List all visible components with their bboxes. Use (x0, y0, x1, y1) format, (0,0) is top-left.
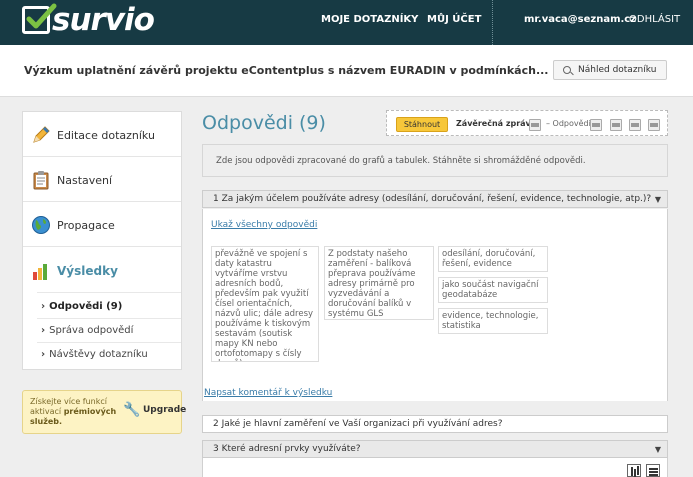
top-navigation-bar: survio MOJE DOTAZNÍKY MŮJ ÚČET mr.vaca@s… (0, 0, 693, 45)
question-3-body (202, 458, 668, 477)
final-report-label: Závěrečná zpráva (456, 119, 537, 128)
answers-dash-label: – Odpovědi (546, 119, 591, 128)
question-1-body: Ukaž všechny odpovědi převážně ve spojen… (202, 209, 668, 401)
subnav-manage-answers[interactable]: › Správa odpovědí (41, 325, 133, 336)
show-all-answers-link[interactable]: Ukaž všechny odpovědi (211, 220, 317, 230)
chevron-right-icon: › (41, 325, 46, 336)
subnav-answers[interactable]: › Odpovědi (9) (41, 301, 122, 312)
wrench-icon: 🔧 (123, 402, 141, 418)
divider (37, 318, 181, 319)
sidebar-item-settings[interactable]: Nastavení (23, 157, 181, 202)
upgrade-label: Upgrade (143, 405, 187, 415)
question-title: 3 Které adresní prvky využíváte? (213, 444, 361, 454)
download-button[interactable]: Stáhnout (396, 117, 448, 132)
answer-card: odesílání, doručování, řešení, evidence (438, 246, 548, 272)
answer-card: jako součást navigační geodatabáze (438, 277, 548, 303)
sidebar-item-label: Výsledky (57, 264, 118, 278)
divider (37, 342, 181, 343)
subnav-label: Správa odpovědí (49, 325, 134, 336)
chart-view-icon[interactable] (627, 464, 641, 477)
info-box: Zde jsou odpovědi zpracované do grafů a … (202, 144, 668, 177)
survio-logo[interactable]: survio (22, 2, 155, 40)
chevron-right-icon: › (41, 349, 46, 360)
subnav-label: Odpovědi (9) (49, 301, 123, 312)
promo-line: aktivací (30, 407, 64, 416)
promo-text: Získejte více funkcí aktivací prémiových… (30, 397, 126, 427)
sidebar-item-results[interactable]: Výsledky (23, 247, 181, 292)
answer-card: Z podstaty našeho zaměření - balíková př… (324, 246, 434, 320)
csv-icon[interactable] (629, 119, 641, 131)
promo-line: Získejte více funkcí (30, 397, 107, 406)
globe-icon (32, 216, 50, 234)
question-1-header[interactable]: 1 Za jakým účelem používáte adresy (odes… (202, 190, 668, 208)
nav-my-surveys[interactable]: MOJE DOTAZNÍKY (321, 14, 418, 25)
subnav-label: Návštěvy dotazníku (49, 349, 148, 360)
sidebar-item-edit[interactable]: Editace dotazníku (23, 112, 181, 157)
sidebar-item-promotion[interactable]: Propagace (23, 202, 181, 247)
xls-icon[interactable] (610, 119, 622, 131)
pdf-icon[interactable] (590, 119, 602, 131)
preview-button-label: Náhled dotazníku (578, 65, 657, 75)
nav-divider (492, 0, 493, 45)
logout-link[interactable]: ODHLÁSIT (629, 14, 680, 25)
sidebar: Editace dotazníku Nastavení Propagace Vý… (22, 111, 182, 370)
logo-checkmark-icon (22, 3, 57, 34)
caret-down-icon: ▼ (654, 195, 661, 204)
answer-card: evidence, technologie, statistika (438, 308, 548, 334)
report-download-bar: Stáhnout Závěrečná zpráva – Odpovědi (386, 110, 668, 136)
page-title: Odpovědi (9) (202, 112, 326, 134)
subnav-survey-visits[interactable]: › Návštěvy dotazníku (41, 349, 148, 360)
question-title: 1 Za jakým účelem používáte adresy (odes… (213, 194, 652, 204)
table-view-icon[interactable] (646, 464, 660, 477)
upgrade-promo: Získejte více funkcí aktivací prémiových… (22, 390, 186, 434)
upgrade-button[interactable]: 🔧 Upgrade (123, 402, 187, 418)
logo-text: survio (52, 2, 155, 38)
sidebar-item-label: Nastavení (57, 174, 113, 187)
preview-survey-button[interactable]: Náhled dotazníku (553, 60, 667, 80)
clipboard-icon (33, 171, 49, 190)
write-comment-link[interactable]: Napsat komentář k výsledku (204, 388, 332, 398)
caret-down-icon: ▼ (654, 445, 661, 454)
info-text: Zde jsou odpovědi zpracované do grafů a … (216, 156, 586, 166)
question-3-header[interactable]: 3 Které adresní prvky využíváte? ▼ (202, 440, 668, 458)
question-2-header[interactable]: 2 Jaké je hlavní zaměření ve Vaší organi… (202, 415, 668, 433)
survey-title: Výzkum uplatnění závěrů projektu eConten… (24, 64, 549, 77)
magnifier-icon (563, 66, 571, 74)
spss-icon[interactable] (648, 119, 660, 131)
bar-chart-icon (33, 264, 47, 280)
question-title: 2 Jaké je hlavní zaměření ve Vaší organi… (213, 419, 503, 429)
document-icon[interactable] (529, 119, 541, 131)
answer-card: převážně ve spojení s daty katastru vytv… (211, 246, 319, 362)
user-email[interactable]: mr.vaca@seznam.cz (524, 14, 636, 25)
nav-my-account[interactable]: MŮJ ÚČET (427, 14, 481, 25)
survey-header: Výzkum uplatnění závěrů projektu eConten… (0, 45, 693, 97)
chevron-right-icon: › (41, 301, 46, 312)
pencil-icon (33, 126, 50, 143)
divider (37, 292, 181, 293)
sidebar-item-label: Editace dotazníku (57, 129, 155, 142)
sidebar-item-label: Propagace (57, 219, 115, 232)
